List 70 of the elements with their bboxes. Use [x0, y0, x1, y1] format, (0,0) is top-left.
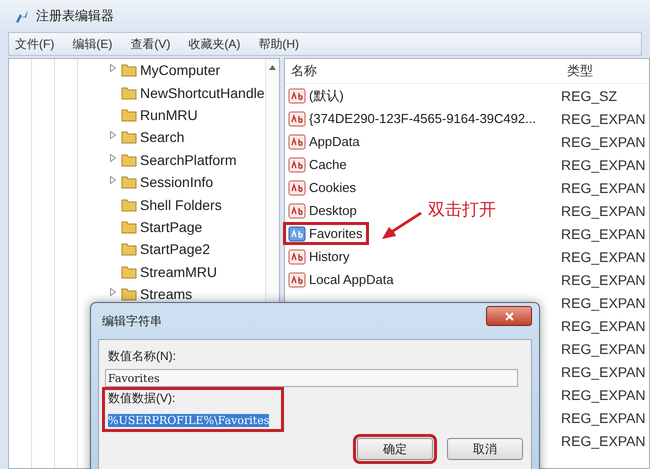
tree-item[interactable]: Search: [140, 129, 184, 146]
value-name[interactable]: Desktop: [309, 203, 357, 218]
value-type: REG_EXPAN: [560, 432, 646, 448]
value-type: REG_EXPAN: [560, 272, 646, 288]
folder-icon: [121, 264, 138, 279]
expand-icon[interactable]: [110, 176, 116, 184]
tree-item[interactable]: StartPage2: [140, 241, 210, 258]
value-name[interactable]: AppData: [309, 134, 360, 149]
tree-item[interactable]: NewShortcutHandle: [140, 84, 265, 101]
folder-icon: [121, 175, 138, 190]
value-type: REG_EXPAN: [560, 156, 646, 172]
menu-item[interactable]: 编辑(E): [72, 36, 112, 52]
value-name[interactable]: {374DE290-123F-4565-9164-39C492...: [309, 111, 536, 126]
value-type: REG_SZ: [560, 88, 618, 104]
value-name[interactable]: History: [309, 249, 350, 264]
expand-icon[interactable]: [110, 288, 116, 296]
value-name[interactable]: (默认): [309, 86, 344, 104]
annotation-arrow: [380, 212, 424, 242]
app-icon: [14, 8, 30, 24]
input-field[interactable]: Favorites: [105, 369, 518, 387]
menu-item[interactable]: 查看(V): [130, 36, 170, 52]
tree-item[interactable]: StartPage: [140, 218, 202, 235]
folder-icon: [121, 242, 138, 256]
window-title: 注册表编辑器: [36, 7, 114, 25]
value-type: REG_EXPAN: [560, 180, 646, 196]
value-type: REG_EXPAN: [560, 202, 646, 218]
tree-item[interactable]: SearchPlatform: [140, 152, 236, 168]
tree-item[interactable]: RunMRU: [140, 106, 198, 123]
value-type: REG_EXPAN: [560, 294, 646, 310]
expand-icon[interactable]: [110, 131, 116, 140]
folder-icon: [121, 63, 138, 78]
tree-item[interactable]: Streams: [140, 286, 192, 302]
close-button[interactable]: [486, 306, 532, 326]
dialog-button[interactable]: 取消: [447, 438, 523, 460]
field-label: 数值数据(V):: [108, 390, 176, 407]
menu-item[interactable]: 文件(F): [15, 36, 54, 52]
value-type: REG_EXPAN: [560, 318, 646, 334]
tree-item[interactable]: Shell Folders: [140, 196, 222, 213]
value-type: REG_EXPAN: [560, 410, 646, 426]
column-header[interactable]: 名称: [285, 62, 561, 80]
tree-item[interactable]: StreamMRU: [140, 264, 218, 280]
value-name[interactable]: Favorites: [309, 226, 362, 241]
value-name[interactable]: Cookies: [309, 180, 356, 195]
tree-item[interactable]: MyComputer: [140, 62, 220, 78]
value-type: REG_EXPAN: [560, 340, 646, 356]
expand-icon[interactable]: [110, 154, 116, 162]
folder-icon: [121, 198, 138, 212]
menu-item[interactable]: 收藏夹(A): [188, 36, 240, 52]
expand-icon[interactable]: [110, 64, 116, 72]
column-header[interactable]: 类型: [561, 62, 647, 80]
dialog-title: 编辑字符串: [101, 312, 162, 330]
scroll-up-icon[interactable]: [268, 65, 276, 70]
value-name[interactable]: Cache: [309, 157, 347, 172]
folder-icon: [121, 108, 138, 122]
value-type: REG_EXPAN: [560, 364, 646, 380]
value-type: REG_EXPAN: [560, 386, 646, 402]
value-name[interactable]: Local AppData: [309, 272, 394, 287]
menu-item[interactable]: 帮助(H): [258, 36, 299, 52]
folder-icon: [121, 152, 138, 167]
annotation-text: 双击打开: [428, 199, 496, 221]
tree-item[interactable]: SessionInfo: [140, 174, 214, 190]
value-type: REG_EXPAN: [560, 248, 646, 264]
value-type: REG_EXPAN: [560, 134, 646, 150]
folder-icon: [121, 220, 138, 234]
value-type: REG_EXPAN: [560, 110, 646, 126]
close-icon: [504, 312, 514, 320]
folder-icon: [121, 130, 138, 144]
field-label: 数值名称(N):: [108, 348, 176, 365]
value-type: REG_EXPAN: [560, 226, 646, 242]
folder-icon: [121, 86, 138, 100]
